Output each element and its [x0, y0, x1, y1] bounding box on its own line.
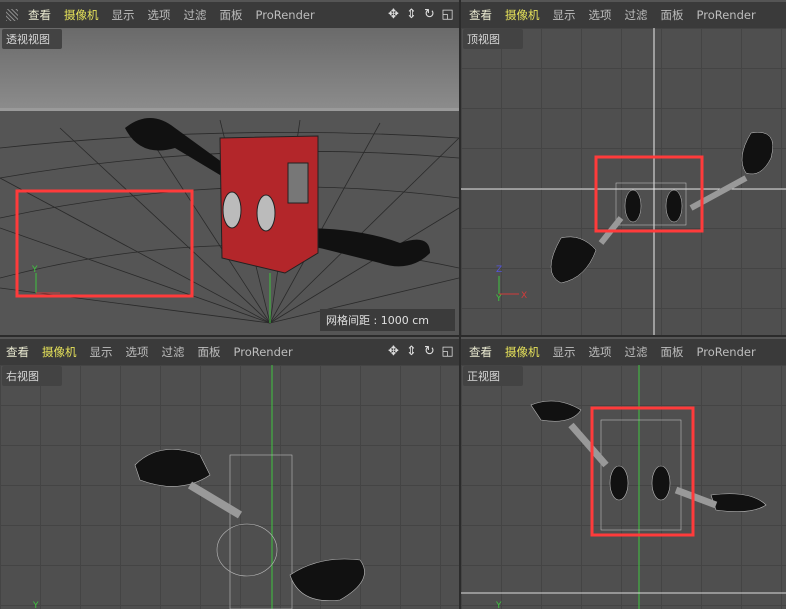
menu-view[interactable]: 查看	[28, 7, 51, 23]
viewport-menu-bar: 查看 摄像机 显示 选项 过滤 面板 ProRender	[461, 0, 786, 28]
viewport-menu-bar: 查看 摄像机 显示 选项 过滤 面板 ProRender ✥ ⇕ ↻ ◱	[0, 337, 459, 365]
perspective-scene[interactable]: Y 网格间距 : 1000 cm	[0, 28, 459, 335]
selection-highlight	[590, 406, 695, 537]
viewport-menu-bar: 查看 摄像机 显示 选项 过滤 面板 ProRender	[461, 337, 786, 365]
menu-view[interactable]: 查看	[469, 7, 492, 23]
menu-filter[interactable]: 过滤	[625, 7, 648, 23]
menu-panel[interactable]: 面板	[198, 344, 221, 360]
viewport-grip-icon[interactable]	[6, 9, 18, 21]
maximize-viewport-icon[interactable]: ◱	[440, 344, 455, 359]
character-model[interactable]	[134, 449, 365, 609]
menu-panel[interactable]: 面板	[661, 344, 684, 360]
viewport-front[interactable]: Y 查看 摄像机 显示 选项 过滤 面板 ProRender 正视图	[461, 337, 786, 609]
rotate-icon[interactable]: ↻	[422, 7, 437, 22]
viewport-name[interactable]: 顶视图	[463, 29, 523, 49]
menu-filter[interactable]: 过滤	[184, 7, 207, 23]
menu-prorender[interactable]: ProRender	[256, 8, 315, 22]
front-canvas: Y	[461, 365, 786, 609]
viewport-name[interactable]: 右视图	[2, 366, 62, 386]
viewport-perspective[interactable]: Y 网格间距 : 1000 cm 查看 摄像机 显示 选项 过滤 面板 ProR…	[0, 0, 459, 335]
menu-panel[interactable]: 面板	[220, 7, 243, 23]
top-scene[interactable]: X Y Z	[461, 28, 786, 335]
menu-display[interactable]: 显示	[90, 344, 113, 360]
right-scene[interactable]: Y	[0, 365, 459, 609]
menu-display[interactable]: 显示	[112, 7, 135, 23]
top-canvas: X Y Z	[461, 28, 786, 335]
axis-y-label: Y	[495, 294, 502, 304]
move-icon[interactable]: ✥	[386, 7, 401, 22]
grid-spacing-label: 网格间距 : 1000 cm	[320, 309, 455, 331]
zoom-arrow-icon[interactable]: ⇕	[404, 7, 419, 22]
menu-options[interactable]: 选项	[126, 344, 149, 360]
menu-prorender[interactable]: ProRender	[234, 345, 293, 359]
viewport-top[interactable]: X Y Z 查看 摄像机 显示 选项 过滤 面板 ProRender 顶视图	[461, 0, 786, 335]
viewport-right[interactable]: Y 查看 摄像机 显示 选项 过滤 面板 ProRender ✥ ⇕ ↻ ◱ 右视图	[0, 337, 459, 609]
menu-camera[interactable]: 摄像机	[505, 344, 540, 360]
menu-camera[interactable]: 摄像机	[505, 7, 540, 23]
axis-y-label: Y	[32, 601, 39, 609]
rotate-icon[interactable]: ↻	[422, 344, 437, 359]
menu-options[interactable]: 选项	[148, 7, 171, 23]
menu-prorender[interactable]: ProRender	[697, 345, 756, 359]
menu-camera[interactable]: 摄像机	[42, 344, 77, 360]
menu-options[interactable]: 选项	[589, 7, 612, 23]
character-model[interactable]	[530, 400, 767, 531]
viewport-name[interactable]: 透视视图	[2, 29, 62, 49]
character-model[interactable]	[550, 132, 773, 284]
menu-options[interactable]: 选项	[589, 344, 612, 360]
axis-x-label: X	[521, 291, 527, 301]
axis-y-label: Y	[495, 601, 502, 609]
menu-panel[interactable]: 面板	[661, 7, 684, 23]
right-canvas: Y	[32, 365, 365, 609]
menu-display[interactable]: 显示	[553, 344, 576, 360]
axis-z-label: Z	[496, 265, 502, 275]
perspective-canvas: Y	[0, 28, 459, 335]
zoom-arrow-icon[interactable]: ⇕	[404, 344, 419, 359]
menu-display[interactable]: 显示	[553, 7, 576, 23]
menu-view[interactable]: 查看	[6, 344, 29, 360]
maximize-viewport-icon[interactable]: ◱	[440, 7, 455, 22]
menu-filter[interactable]: 过滤	[162, 344, 185, 360]
menu-filter[interactable]: 过滤	[625, 344, 648, 360]
menu-prorender[interactable]: ProRender	[697, 8, 756, 22]
axis-y-label: Y	[31, 265, 38, 275]
front-scene[interactable]: Y	[461, 365, 786, 609]
menu-camera[interactable]: 摄像机	[64, 7, 99, 23]
menu-view[interactable]: 查看	[469, 344, 492, 360]
viewport-name[interactable]: 正视图	[463, 366, 523, 386]
viewport-menu-bar: 查看 摄像机 显示 选项 过滤 面板 ProRender ✥ ⇕ ↻ ◱	[0, 0, 459, 28]
move-icon[interactable]: ✥	[386, 344, 401, 359]
